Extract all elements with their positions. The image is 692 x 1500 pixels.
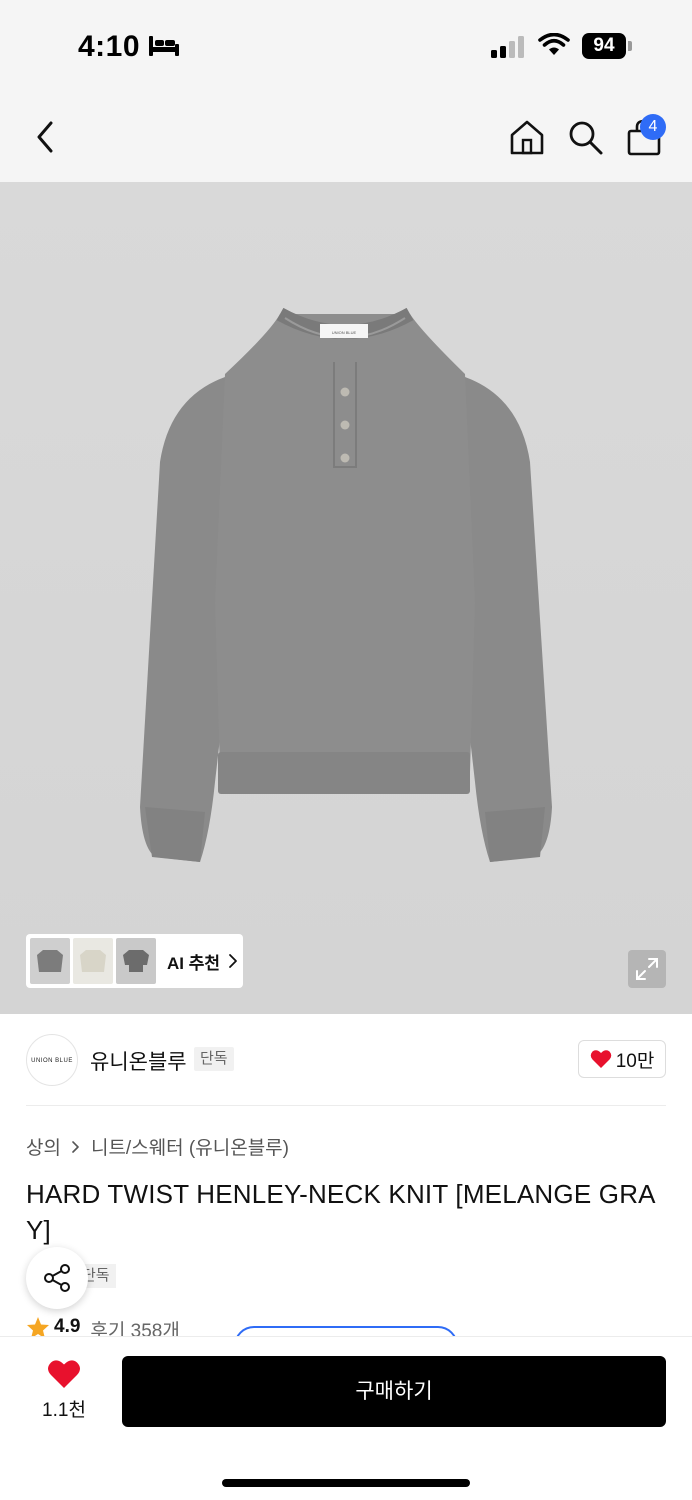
heart-icon — [590, 1050, 611, 1068]
brand-row[interactable]: UNION BLUE 유니온블루 단독 10만 — [26, 1034, 666, 1086]
breadcrumb: 상의 니트/스웨터 (유니온블루) — [26, 1133, 289, 1160]
expand-icon — [636, 958, 658, 980]
brand-like-count: 10만 — [615, 1050, 655, 1072]
share-button[interactable] — [26, 1247, 88, 1309]
brand-name[interactable]: 유니온블루 — [90, 1046, 187, 1076]
buy-button[interactable]: 구매하기 — [122, 1356, 666, 1427]
ai-thumb-cream[interactable] — [73, 938, 113, 984]
divider — [26, 1105, 666, 1106]
rating-score: 4.9 — [54, 1316, 81, 1337]
cart-count-badge: 4 — [640, 114, 666, 140]
bed-icon — [149, 36, 179, 56]
brand-exclusive-tag: 단독 — [194, 1047, 234, 1071]
battery-tip — [628, 41, 632, 51]
breadcrumb-category[interactable]: 상의 — [26, 1133, 61, 1160]
chevron-right-icon — [72, 1140, 79, 1153]
brand-logo[interactable]: UNION BLUE — [26, 1034, 78, 1086]
back-icon[interactable] — [30, 120, 60, 154]
sweater-image: UNION BLUE — [140, 307, 552, 862]
battery-indicator: 94 — [582, 33, 632, 59]
sweater-label: UNION BLUE — [332, 330, 357, 335]
status-bar: 4:10 94 — [0, 0, 692, 92]
ai-thumb-gray[interactable] — [30, 938, 70, 984]
ai-thumb-charcoal[interactable] — [116, 938, 156, 984]
breadcrumb-subcategory[interactable]: 니트/스웨터 (유니온블루) — [91, 1133, 289, 1160]
rating-row[interactable]: 4.9 후기 358개 — [26, 1316, 180, 1338]
ai-recommend-label: AI 추천 — [167, 953, 221, 973]
like-button[interactable]: 1.1천 — [26, 1359, 102, 1423]
star-icon — [27, 1317, 49, 1338]
expand-button[interactable] — [628, 950, 666, 988]
like-count: 1.1천 — [42, 1400, 86, 1421]
signal-icon — [491, 36, 524, 58]
heart-icon — [48, 1360, 80, 1388]
wifi-icon — [538, 33, 570, 55]
search-icon[interactable] — [566, 118, 604, 156]
nav-bar: 4 — [0, 92, 692, 182]
brand-like-button[interactable]: 10만 — [578, 1040, 666, 1078]
product-image[interactable]: UNION BLUE AI 추천 — [0, 182, 692, 1014]
status-time: 4:10 — [78, 30, 141, 63]
review-count[interactable]: 후기 358개 — [90, 1316, 179, 1338]
product-title: HARD TWIST HENLEY-NECK KNIT [MELANGE GRA… — [26, 1179, 656, 1245]
ai-recommend-bar[interactable]: AI 추천 — [26, 934, 243, 988]
battery-level: 94 — [582, 33, 626, 59]
chevron-right-icon — [229, 954, 237, 968]
share-icon — [44, 1264, 70, 1292]
bottom-bar: 1.1천 구매하기 — [0, 1336, 692, 1500]
home-indicator — [222, 1479, 470, 1487]
home-icon[interactable] — [508, 118, 546, 156]
